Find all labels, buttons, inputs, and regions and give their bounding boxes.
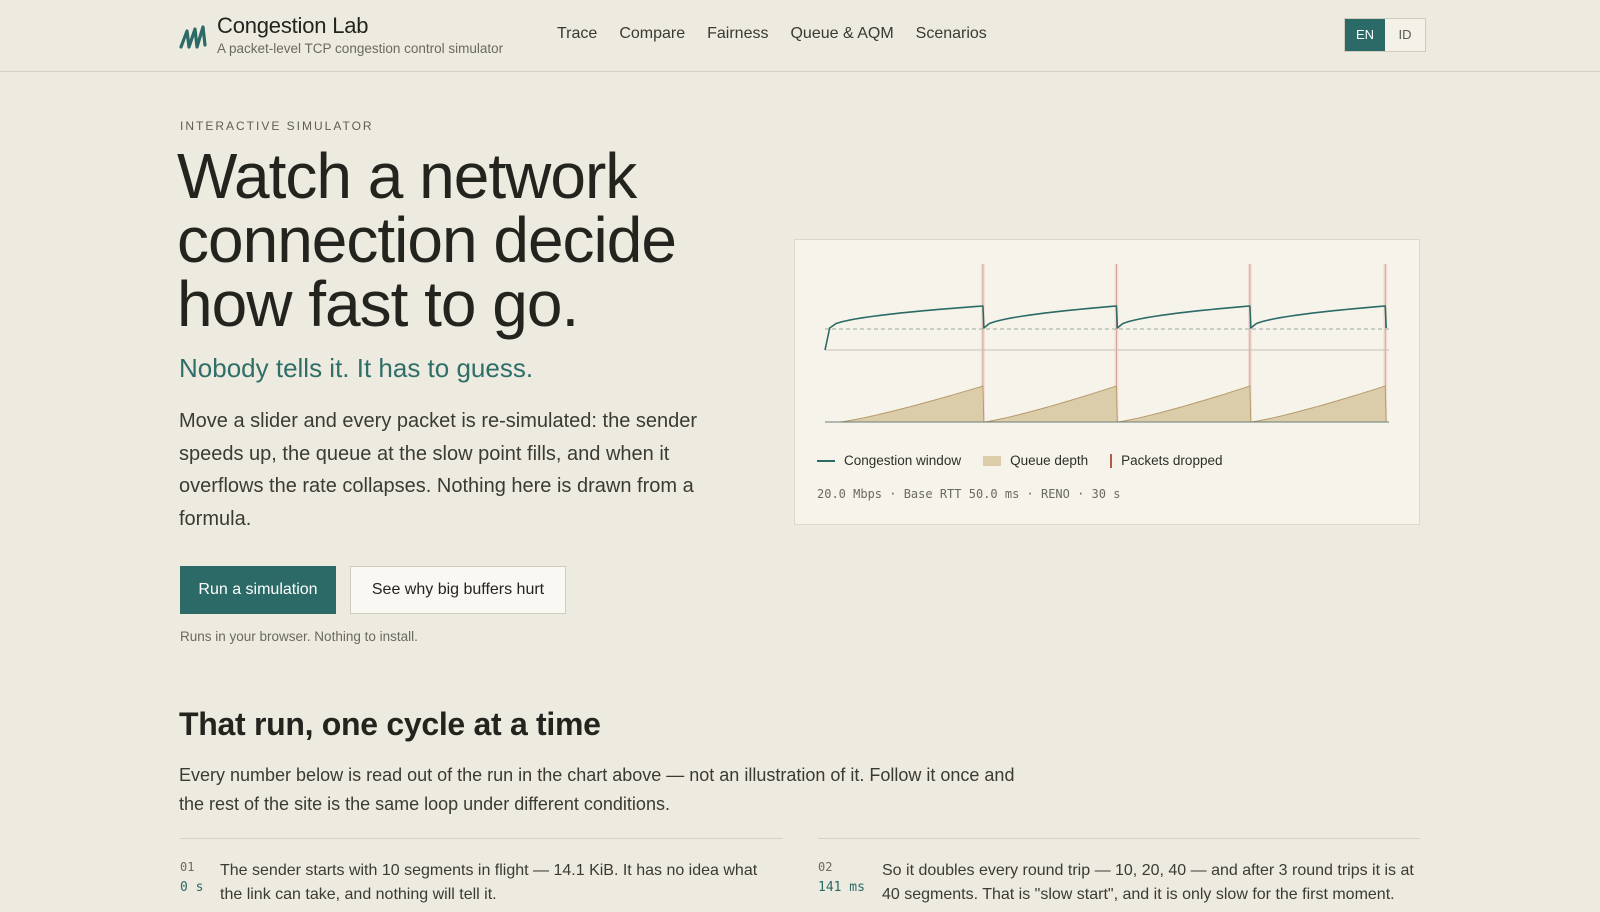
legend-cwnd-swatch [817, 459, 835, 462]
trace-chart [824, 264, 1389, 423]
top-bar: Congestion Lab A packet-level TCP conges… [0, 0, 1600, 72]
nav-queue-aqm[interactable]: Queue & AQM [790, 24, 893, 44]
legend-drops-label: Packets dropped [1121, 453, 1223, 468]
legend-cwnd-label: Congestion window [844, 453, 962, 468]
step-text: So it doubles every round trip — 10, 20,… [882, 862, 1414, 903]
nav-compare[interactable]: Compare [619, 24, 685, 44]
cwnd-line [824, 305, 1387, 351]
language-switcher: EN ID [1344, 18, 1426, 52]
section-title: That run, one cycle at a time [179, 706, 601, 742]
legend-queue-swatch [983, 455, 1002, 466]
brand[interactable]: Congestion Lab A packet-level TCP conges… [179, 13, 503, 56]
run-simulation-button[interactable]: Run a simulation [180, 566, 336, 614]
nav-fairness[interactable]: Fairness [707, 24, 768, 44]
step-text: The sender starts with 10 segments in fl… [220, 862, 758, 903]
step-number: 01 [180, 860, 195, 874]
step-time: 0 s [180, 880, 204, 895]
step-number: 02 [818, 860, 833, 874]
legend-queue: Queue depth [983, 453, 1088, 468]
hero-lede: Move a slider and every packet is re-sim… [179, 410, 698, 530]
hero-headline: Watch a network connection decide how fa… [177, 144, 777, 336]
queue-area [825, 385, 1389, 423]
legend-drops: Packets dropped [1110, 453, 1222, 468]
hero-note: Runs in your browser. Nothing to install… [180, 629, 418, 644]
brand-name: Congestion Lab [217, 13, 369, 38]
simulation-preview-card[interactable]: Congestion window Queue depth Packets dr… [794, 239, 1420, 525]
hero-subhead: Nobody tells it. It has to guess. [179, 353, 534, 383]
legend-drops-swatch [1110, 453, 1113, 468]
section-lede: Every number below is read out of the ru… [179, 765, 1015, 814]
headline-line-1: Watch a network [177, 140, 637, 212]
logo-icon [179, 25, 207, 49]
legend-cwnd: Congestion window [817, 453, 961, 468]
nav-scenarios[interactable]: Scenarios [916, 24, 987, 44]
cycle-step: 01 0 s The sender starts with 10 segment… [180, 838, 783, 912]
hero-eyebrow: INTERACTIVE SIMULATOR [180, 119, 374, 133]
main-nav: Trace Compare Fairness Queue & AQM Scena… [557, 24, 1009, 44]
headline-line-2: connection decide [177, 204, 677, 276]
chart-legend: Congestion window Queue depth Packets dr… [817, 453, 1244, 468]
chart-meta: 20.0 Mbps · Base RTT 50.0 ms · RENO · 30… [817, 487, 1121, 501]
nav-trace[interactable]: Trace [557, 24, 597, 44]
lang-id-button[interactable]: ID [1385, 19, 1425, 51]
brand-tagline: A packet-level TCP congestion control si… [217, 41, 504, 56]
lang-en-button[interactable]: EN [1345, 19, 1385, 51]
big-buffers-button[interactable]: See why big buffers hurt [350, 566, 566, 614]
legend-queue-label: Queue depth [1010, 453, 1089, 468]
step-time: 141 ms [818, 880, 865, 895]
headline-line-3: how fast to go. [177, 268, 579, 340]
cycle-step: 02 141 ms So it doubles every round trip… [818, 838, 1420, 912]
